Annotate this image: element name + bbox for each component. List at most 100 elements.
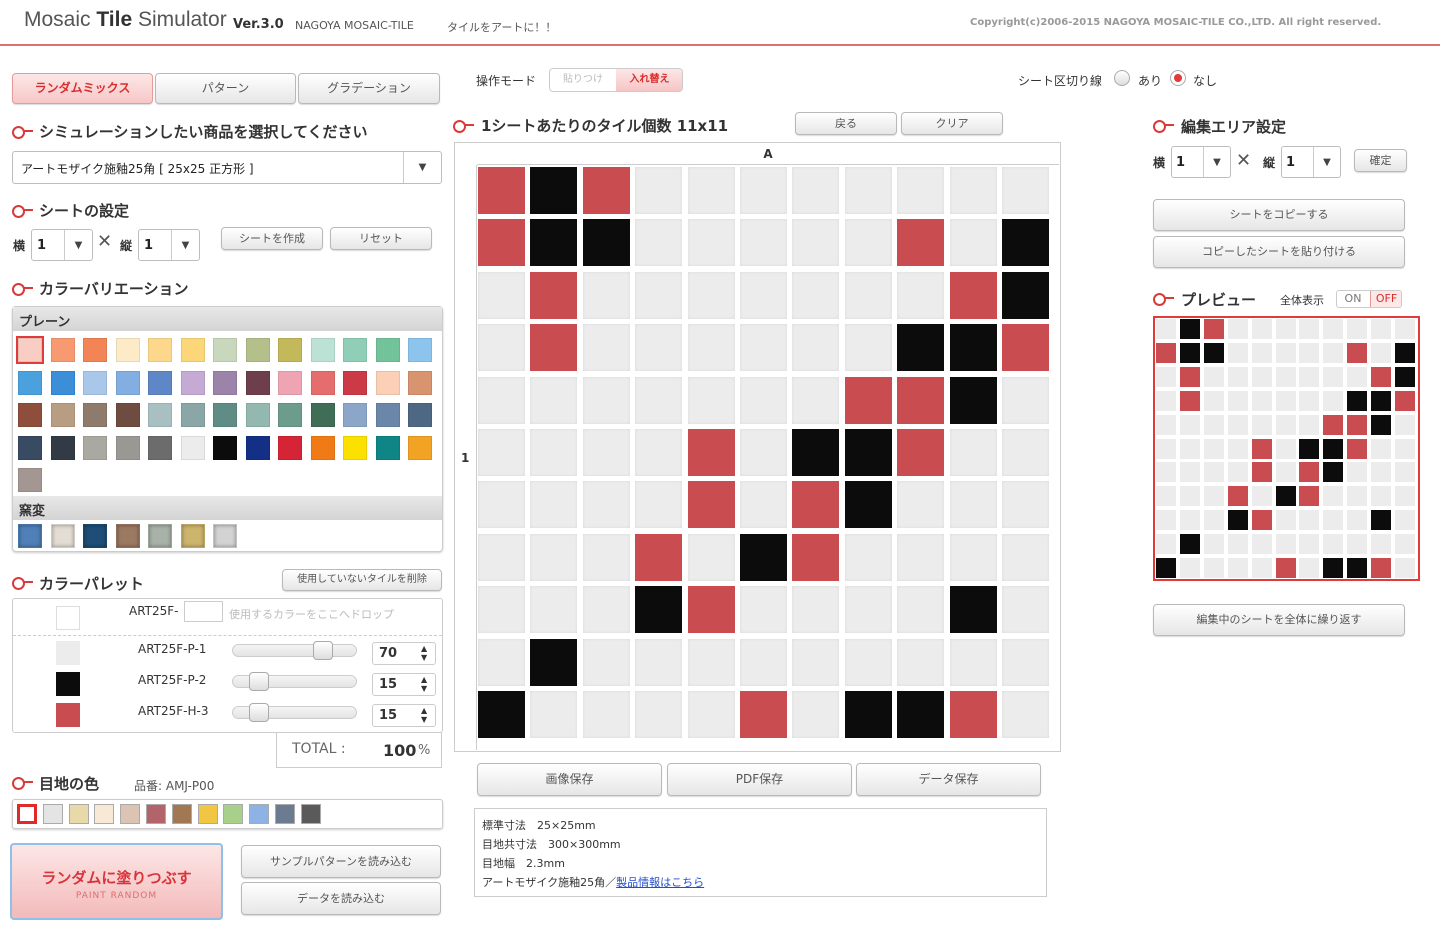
save-image-button[interactable]: 画像保存 bbox=[477, 763, 662, 796]
edit-height-select[interactable]: 1 ▼ bbox=[1281, 146, 1341, 178]
color-swatch[interactable] bbox=[310, 370, 335, 395]
tile[interactable] bbox=[582, 376, 630, 424]
tile[interactable] bbox=[949, 324, 997, 372]
color-swatch[interactable] bbox=[343, 370, 367, 395]
color-swatch[interactable] bbox=[50, 370, 75, 395]
color-swatch[interactable] bbox=[245, 435, 270, 460]
tile[interactable] bbox=[687, 324, 735, 372]
tile[interactable] bbox=[635, 533, 683, 581]
tile[interactable] bbox=[530, 533, 578, 581]
color-swatch[interactable] bbox=[180, 338, 205, 362]
tile[interactable] bbox=[635, 586, 683, 634]
color-swatch[interactable] bbox=[180, 435, 205, 460]
color-swatch[interactable] bbox=[115, 338, 140, 362]
joint-color-swatch[interactable] bbox=[68, 804, 89, 824]
color-swatch[interactable] bbox=[18, 524, 42, 548]
color-swatch[interactable] bbox=[213, 338, 237, 362]
save-pdf-button[interactable]: PDF保存 bbox=[667, 763, 852, 796]
save-data-button[interactable]: データ保存 bbox=[856, 763, 1041, 796]
color-swatch[interactable] bbox=[310, 403, 335, 427]
tile[interactable] bbox=[582, 691, 630, 738]
tile[interactable] bbox=[740, 481, 787, 529]
color-swatch[interactable] bbox=[18, 435, 42, 460]
tile[interactable] bbox=[844, 219, 892, 267]
tile[interactable] bbox=[897, 638, 945, 686]
tile[interactable] bbox=[740, 376, 787, 424]
color-swatch[interactable] bbox=[148, 403, 172, 427]
color-swatch[interactable] bbox=[245, 370, 270, 395]
color-swatch[interactable] bbox=[83, 370, 107, 395]
tile[interactable] bbox=[897, 586, 945, 634]
mode-swap-button[interactable]: 入れ替え bbox=[616, 69, 682, 91]
tile[interactable] bbox=[530, 271, 578, 319]
joint-color-swatch[interactable] bbox=[223, 804, 244, 824]
tile[interactable] bbox=[478, 429, 525, 476]
sheet-width-select[interactable]: 1 ▼ bbox=[31, 229, 93, 261]
tile[interactable] bbox=[897, 271, 945, 319]
tile[interactable] bbox=[687, 376, 735, 424]
color-swatch[interactable] bbox=[310, 435, 335, 460]
tile[interactable] bbox=[792, 219, 840, 267]
color-swatch[interactable] bbox=[375, 338, 400, 362]
tile[interactable] bbox=[949, 271, 997, 319]
tile[interactable] bbox=[478, 167, 525, 214]
tile[interactable] bbox=[897, 167, 945, 214]
tile[interactable] bbox=[582, 481, 630, 529]
color-swatch[interactable] bbox=[375, 370, 400, 395]
tile[interactable] bbox=[844, 691, 892, 738]
tile-grid[interactable] bbox=[478, 167, 1055, 744]
tile[interactable] bbox=[478, 533, 525, 581]
palette-swatch[interactable] bbox=[56, 641, 80, 665]
color-swatch[interactable] bbox=[343, 435, 367, 460]
tile[interactable] bbox=[844, 429, 892, 476]
tile[interactable] bbox=[687, 167, 735, 214]
tile[interactable] bbox=[687, 691, 735, 738]
reset-button[interactable]: リセット bbox=[330, 227, 432, 250]
tile[interactable] bbox=[530, 638, 578, 686]
percent-slider-thumb[interactable] bbox=[249, 703, 270, 722]
tile[interactable] bbox=[582, 429, 630, 476]
color-swatch[interactable] bbox=[343, 338, 367, 362]
tile[interactable] bbox=[792, 376, 840, 424]
tile[interactable] bbox=[897, 429, 945, 476]
tile[interactable] bbox=[530, 429, 578, 476]
tile[interactable] bbox=[740, 586, 787, 634]
delete-unused-button[interactable]: 使用していないタイルを削除 bbox=[282, 569, 442, 591]
tile[interactable] bbox=[635, 167, 683, 214]
percent-slider-thumb[interactable] bbox=[312, 641, 333, 660]
tile[interactable] bbox=[949, 219, 997, 267]
joint-color-swatch[interactable] bbox=[249, 804, 270, 824]
tile[interactable] bbox=[844, 638, 892, 686]
color-swatch[interactable] bbox=[180, 403, 205, 427]
sheet-height-select[interactable]: 1 ▼ bbox=[138, 229, 200, 261]
stepper-icon[interactable]: ▲ ▼ bbox=[421, 706, 427, 724]
color-swatch[interactable] bbox=[408, 370, 432, 395]
color-swatch[interactable] bbox=[148, 524, 172, 548]
tile[interactable] bbox=[949, 429, 997, 476]
color-swatch[interactable] bbox=[180, 524, 205, 548]
tile[interactable] bbox=[478, 481, 525, 529]
tile[interactable] bbox=[1002, 219, 1049, 267]
tile[interactable] bbox=[740, 219, 787, 267]
palette-swatch[interactable] bbox=[56, 672, 80, 696]
joint-color-swatch[interactable] bbox=[17, 804, 37, 824]
tile[interactable] bbox=[635, 429, 683, 476]
tab-random-mix[interactable]: ランダムミックス bbox=[12, 73, 153, 104]
joint-color-swatch[interactable] bbox=[171, 804, 192, 824]
tile[interactable] bbox=[1002, 271, 1049, 319]
tile[interactable] bbox=[687, 533, 735, 581]
tile[interactable] bbox=[530, 376, 578, 424]
tile[interactable] bbox=[897, 691, 945, 738]
tile[interactable] bbox=[582, 638, 630, 686]
tile[interactable] bbox=[1002, 586, 1049, 634]
stepper-icon[interactable]: ▲ ▼ bbox=[421, 644, 427, 662]
product-info-link[interactable]: 製品情報はこちら bbox=[616, 876, 704, 889]
color-swatch[interactable] bbox=[50, 435, 75, 460]
color-swatch[interactable] bbox=[50, 403, 75, 427]
tile[interactable] bbox=[740, 271, 787, 319]
tile[interactable] bbox=[740, 638, 787, 686]
tile[interactable] bbox=[792, 586, 840, 634]
edit-width-select[interactable]: 1 ▼ bbox=[1171, 146, 1231, 178]
tile[interactable] bbox=[897, 376, 945, 424]
drop-swatch[interactable] bbox=[56, 606, 80, 630]
